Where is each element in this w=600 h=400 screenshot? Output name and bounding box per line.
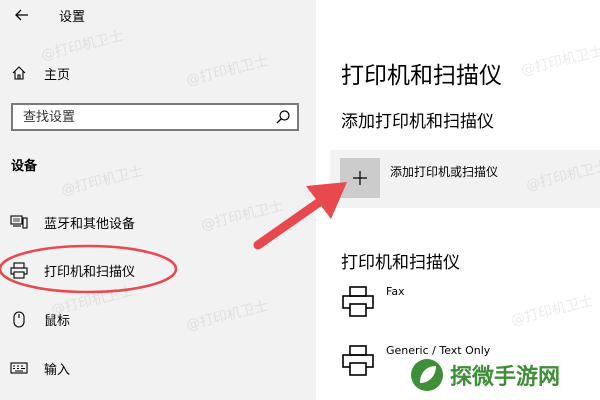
plus-icon [340, 158, 380, 198]
printer-list-title: 打印机和扫描仪 [341, 253, 460, 273]
search-icon[interactable] [275, 109, 291, 125]
sidebar-item-home[interactable]: 主页 [0, 57, 316, 89]
search-box[interactable] [11, 103, 299, 131]
back-arrow-icon [15, 9, 28, 21]
brand-text: 探微手游网 [450, 365, 561, 390]
printer-item-fax[interactable]: Fax [341, 285, 600, 335]
page-title: 打印机和扫描仪 [341, 63, 502, 89]
back-button[interactable] [10, 4, 34, 26]
printer-icon [342, 286, 374, 317]
keyboard-icon [10, 359, 28, 377]
sidebar-item-printers-label: 打印机和扫描仪 [44, 265, 136, 280]
section-heading-devices: 设备 [11, 159, 38, 174]
sidebar-item-printers[interactable]: 打印机和扫描仪 [0, 254, 316, 286]
add-printer-button[interactable]: 添加打印机或扫描仪 [330, 150, 600, 208]
window-title: 设置 [59, 10, 86, 25]
add-printer-label: 添加打印机或扫描仪 [390, 165, 499, 179]
sidebar-item-home-label: 主页 [44, 68, 71, 83]
brand-logo-icon [411, 359, 443, 391]
search-input[interactable] [23, 108, 263, 126]
sidebar-item-mouse-label: 鼠标 [44, 314, 71, 329]
sidebar-item-input[interactable]: 输入 [0, 352, 316, 384]
add-section-title: 添加打印机和扫描仪 [341, 112, 494, 132]
settings-sidebar: 设置 主页 设备 蓝牙和其他设备 [0, 0, 316, 400]
home-icon [10, 64, 28, 82]
bluetooth-devices-icon [10, 213, 28, 231]
printer-icon [342, 345, 374, 376]
sidebar-item-bluetooth-label: 蓝牙和其他设备 [44, 217, 136, 232]
mouse-icon [10, 310, 28, 328]
sidebar-item-input-label: 输入 [44, 363, 71, 378]
sidebar-item-bluetooth[interactable]: 蓝牙和其他设备 [0, 206, 316, 238]
printer-name: Fax [386, 285, 405, 298]
sidebar-item-mouse[interactable]: 鼠标 [0, 303, 316, 335]
site-brand: 探微手游网 [410, 355, 560, 395]
printer-icon [10, 261, 28, 279]
